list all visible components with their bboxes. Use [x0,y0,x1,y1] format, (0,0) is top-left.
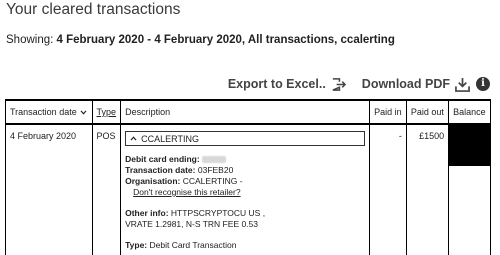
org-value: CCALERTING - [182,176,243,186]
col-header-description: Description [120,99,371,125]
col-header-paid-in: Paid in [369,99,407,125]
cell-paid-in: - [369,124,407,255]
cell-description: CCALERTING Debit card ending: Transactio… [120,124,371,255]
col-header-type-label[interactable]: Type [97,107,117,117]
showing-summary: Showing: 4 February 2020 - 4 February 20… [6,34,395,46]
txdate-value: 03FEB20 [197,165,234,175]
txdate-label: Transaction date: [125,165,196,175]
col-header-balance: Balance [448,99,491,125]
table-row: 4 February 2020 POS CCALERTING Debit car… [5,124,491,255]
retailer-link[interactable]: Don't recognise this retailer? [133,187,240,198]
cell-balance [448,124,491,255]
chevron-down-icon[interactable] [80,109,87,115]
col-header-description-label: Description [125,107,171,117]
download-pdf-label[interactable]: Download PDF [362,77,450,91]
card-number-redacted [202,156,227,164]
export-excel-label[interactable]: Export to Excel.. [228,77,326,91]
export-excel-button[interactable]: Export to Excel.. [228,77,346,92]
info-icon[interactable]: i [476,77,490,91]
col-header-paid-out: Paid out [405,99,450,125]
download-icon[interactable] [455,77,470,92]
org-label: Organisation: [125,176,181,186]
col-header-type[interactable]: Type [91,99,122,125]
other-value-line1: HTTPSCRYPTOCU US , [170,208,266,218]
cell-date: 4 February 2020 [5,124,93,255]
card-label: Debit card ending: [125,154,200,164]
cell-type: POS [91,124,122,255]
type-value: Debit Card Transaction [149,240,237,250]
transaction-detail: Debit card ending: Transaction date: 03F… [125,154,365,251]
type-label: Type: [125,240,148,250]
other-value-line2: VRATE 1.2981, N-S TRN FEE 0.53 [125,219,258,229]
transactions-table: Transaction date Type Description Paid i… [5,99,491,255]
col-header-date-label[interactable]: Transaction date [10,107,77,117]
cell-paid-out: £1500 [405,124,450,255]
toolbar: Export to Excel.. Download PDF i [228,75,490,93]
download-pdf-button[interactable]: Download PDF [362,77,470,92]
page-title: Your cleared transactions [6,1,181,18]
balance-redacted [449,125,490,166]
other-label: Other info: [125,208,169,218]
col-header-paid-out-label: Paid out [410,107,444,117]
chevron-up-icon[interactable] [130,136,137,141]
showing-prefix: Showing: [6,34,54,46]
col-header-date[interactable]: Transaction date [5,99,93,125]
description-text[interactable]: CCALERTING [141,134,199,144]
col-header-balance-label: Balance [453,107,486,117]
export-icon[interactable] [331,77,346,92]
showing-value: 4 February 2020 - 4 February 2020, All t… [56,34,395,46]
description-toggle[interactable]: CCALERTING [125,131,366,146]
col-header-paid-in-label: Paid in [374,107,402,117]
